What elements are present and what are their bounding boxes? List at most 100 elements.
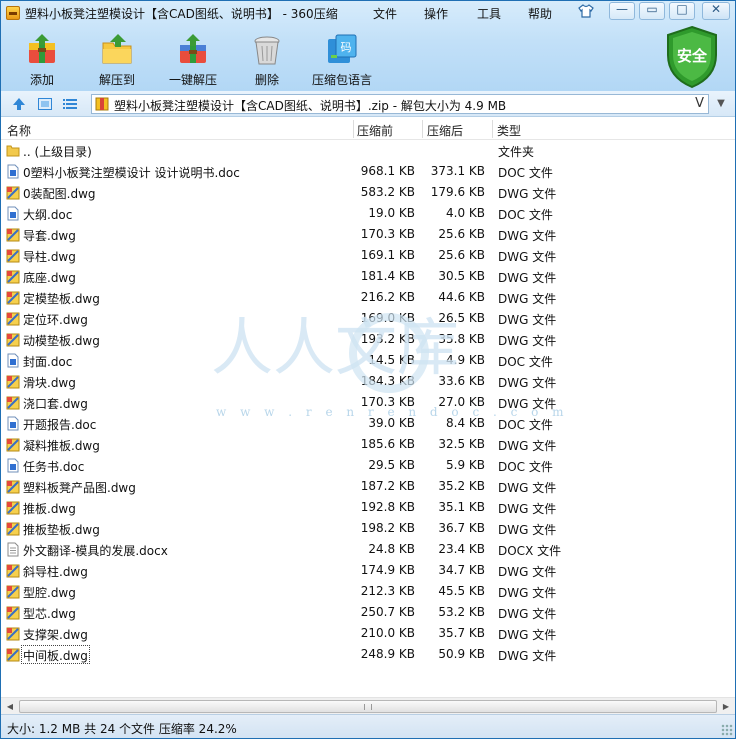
archive-app-icon (6, 6, 20, 20)
file-size: 169.1 KB (360, 248, 415, 262)
file-row[interactable]: 中间板.dwg 248.9 KB 50.9 KB DWG 文件 (1, 644, 735, 665)
file-size: 583.2 KB (360, 185, 415, 199)
file-compressed-size: 45.5 KB (438, 584, 485, 598)
resize-grip-icon[interactable] (721, 724, 733, 736)
file-row[interactable]: 导套.dwg 170.3 KB 25.6 KB DWG 文件 (1, 224, 735, 245)
archive-language-button[interactable]: 码 压缩包语言 (307, 29, 377, 87)
dwg-file-icon (6, 395, 20, 410)
address-v-icon[interactable]: V (695, 96, 704, 111)
column-divider[interactable] (353, 120, 354, 138)
column-type[interactable]: 类型 (497, 122, 521, 139)
file-row[interactable]: 型腔.dwg 212.3 KB 45.5 KB DWG 文件 (1, 581, 735, 602)
window-title: 塑料小板凳注塑模设计【含CAD图纸、说明书】 - 360压缩 (25, 7, 338, 21)
menu-help[interactable]: 帮助 (528, 5, 552, 22)
horizontal-scrollbar[interactable]: ◀ ▶ (1, 697, 735, 714)
menu-operation[interactable]: 操作 (424, 5, 448, 22)
archive-language-icon: 码 (328, 34, 357, 63)
file-row[interactable]: 型芯.dwg 250.7 KB 53.2 KB DWG 文件 (1, 602, 735, 623)
scroll-grip-icon (364, 704, 372, 710)
file-compressed-size: 35.2 KB (438, 479, 485, 493)
parent-directory-row[interactable]: .. (上级目录) 文件夹 (1, 140, 735, 161)
maximize-button[interactable]: □ (669, 2, 695, 20)
file-name: 斜导柱.dwg (23, 565, 88, 579)
list-view-icon[interactable] (62, 96, 78, 112)
file-name: 0塑料小板凳注塑模设计 设计说明书.doc (23, 166, 240, 180)
file-row[interactable]: 动模垫板.dwg 193.2 KB 35.8 KB DWG 文件 (1, 329, 735, 350)
file-row[interactable]: 封面.doc 14.5 KB 4.9 KB DOC 文件 (1, 350, 735, 371)
column-compressed-size[interactable]: 压缩后 (427, 122, 463, 139)
doc-file-icon (6, 164, 20, 179)
up-arrow-icon[interactable] (11, 96, 27, 112)
menu-file[interactable]: 文件 (373, 5, 397, 22)
file-row[interactable]: 推板.dwg 192.8 KB 35.1 KB DWG 文件 (1, 497, 735, 518)
file-row[interactable]: 定模垫板.dwg 216.2 KB 44.6 KB DWG 文件 (1, 287, 735, 308)
extract-to-button[interactable]: 解压到 (90, 29, 144, 87)
one-click-extract-button[interactable]: 一键解压 (161, 29, 225, 87)
close-button[interactable]: ✕ (702, 2, 730, 20)
file-compressed-size: 53.2 KB (438, 605, 485, 619)
file-type: DWG 文件 (498, 607, 557, 621)
file-type: DOC 文件 (498, 208, 553, 222)
file-row[interactable]: 斜导柱.dwg 174.9 KB 34.7 KB DWG 文件 (1, 560, 735, 581)
column-divider[interactable] (492, 120, 493, 138)
file-row[interactable]: 支撑架.dwg 210.0 KB 35.7 KB DWG 文件 (1, 623, 735, 644)
file-compressed-size: 25.6 KB (438, 248, 485, 262)
file-type: DWG 文件 (498, 523, 557, 537)
file-compressed-size: 35.8 KB (438, 332, 485, 346)
file-row[interactable]: 导柱.dwg 169.1 KB 25.6 KB DWG 文件 (1, 245, 735, 266)
file-row[interactable]: 任务书.doc 29.5 KB 5.9 KB DOC 文件 (1, 455, 735, 476)
delete-button[interactable]: 删除 (241, 29, 293, 87)
file-row[interactable]: 凝料推板.dwg 185.6 KB 32.5 KB DWG 文件 (1, 434, 735, 455)
minimize-button[interactable]: — (609, 2, 635, 20)
file-name: 型腔.dwg (23, 586, 76, 600)
file-size: 193.2 KB (360, 332, 415, 346)
file-row[interactable]: 定位环.dwg 169.0 KB 26.5 KB DWG 文件 (1, 308, 735, 329)
file-name: 外文翻译-模具的发展.docx (23, 544, 168, 558)
file-size: 210.0 KB (360, 626, 415, 640)
file-row[interactable]: 滑块.dwg 184.3 KB 33.6 KB DWG 文件 (1, 371, 735, 392)
status-text: 大小: 1.2 MB 共 24 个文件 压缩率 24.2% (7, 722, 237, 736)
scroll-right-icon[interactable]: ▶ (719, 700, 733, 713)
security-shield-icon[interactable]: 安全 (664, 25, 720, 89)
file-size: 968.1 KB (360, 164, 415, 178)
file-row[interactable]: 推板垫板.dwg 198.2 KB 36.7 KB DWG 文件 (1, 518, 735, 539)
dwg-file-icon (6, 605, 20, 620)
address-field[interactable]: 塑料小板凳注塑模设计【含CAD图纸、说明书】.zip - 解包大小为 4.9 M… (91, 94, 709, 114)
file-size: 198.2 KB (360, 521, 415, 535)
file-compressed-size: 5.9 KB (446, 458, 485, 472)
doc-file-icon (6, 353, 20, 368)
file-compressed-size: 50.9 KB (438, 647, 485, 661)
file-row[interactable]: 外文翻译-模具的发展.docx 24.8 KB 23.4 KB DOCX 文件 (1, 539, 735, 560)
file-row[interactable]: 塑料板凳产品图.dwg 187.2 KB 35.2 KB DWG 文件 (1, 476, 735, 497)
file-row[interactable]: 0塑料小板凳注塑模设计 设计说明书.doc 968.1 KB 373.1 KB DOC… (1, 161, 735, 182)
restore-button[interactable]: ▭ (639, 2, 665, 20)
file-type: DOC 文件 (498, 355, 553, 369)
file-size: 216.2 KB (360, 290, 415, 304)
column-divider[interactable] (422, 120, 423, 138)
address-dropdown-icon[interactable]: ▼ (711, 94, 731, 114)
column-size[interactable]: 压缩前 (357, 122, 393, 139)
file-size: 192.8 KB (360, 500, 415, 514)
add-button[interactable]: 添加 (15, 29, 69, 87)
title-bar: 塑料小板凳注塑模设计【含CAD图纸、说明书】 - 360压缩 文件 操作 工具 … (1, 1, 735, 25)
file-row[interactable]: 大纲.doc 19.0 KB 4.0 KB DOC 文件 (1, 203, 735, 224)
file-compressed-size: 26.5 KB (438, 311, 485, 325)
file-size: 29.5 KB (368, 458, 415, 472)
file-compressed-size: 44.6 KB (438, 290, 485, 304)
scrollbar-thumb[interactable] (19, 700, 717, 713)
close-icon: ✕ (710, 2, 722, 16)
file-compressed-size: 32.5 KB (438, 437, 485, 451)
file-compressed-size: 35.7 KB (438, 626, 485, 640)
scroll-left-icon[interactable]: ◀ (3, 700, 17, 713)
file-type: DWG 文件 (498, 649, 557, 663)
menu-tools[interactable]: 工具 (477, 5, 501, 22)
thumbnail-view-icon[interactable] (37, 96, 53, 112)
column-name[interactable]: 名称 (7, 122, 31, 139)
archive-language-label: 压缩包语言 (311, 73, 372, 87)
dwg-file-icon (6, 626, 20, 641)
file-row[interactable]: 0装配图.dwg 583.2 KB 179.6 KB DWG 文件 (1, 182, 735, 203)
file-name: 开题报告.doc (23, 418, 97, 432)
skin-shirt-icon[interactable] (578, 4, 594, 18)
file-name: 型芯.dwg (23, 607, 76, 621)
file-row[interactable]: 底座.dwg 181.4 KB 30.5 KB DWG 文件 (1, 266, 735, 287)
